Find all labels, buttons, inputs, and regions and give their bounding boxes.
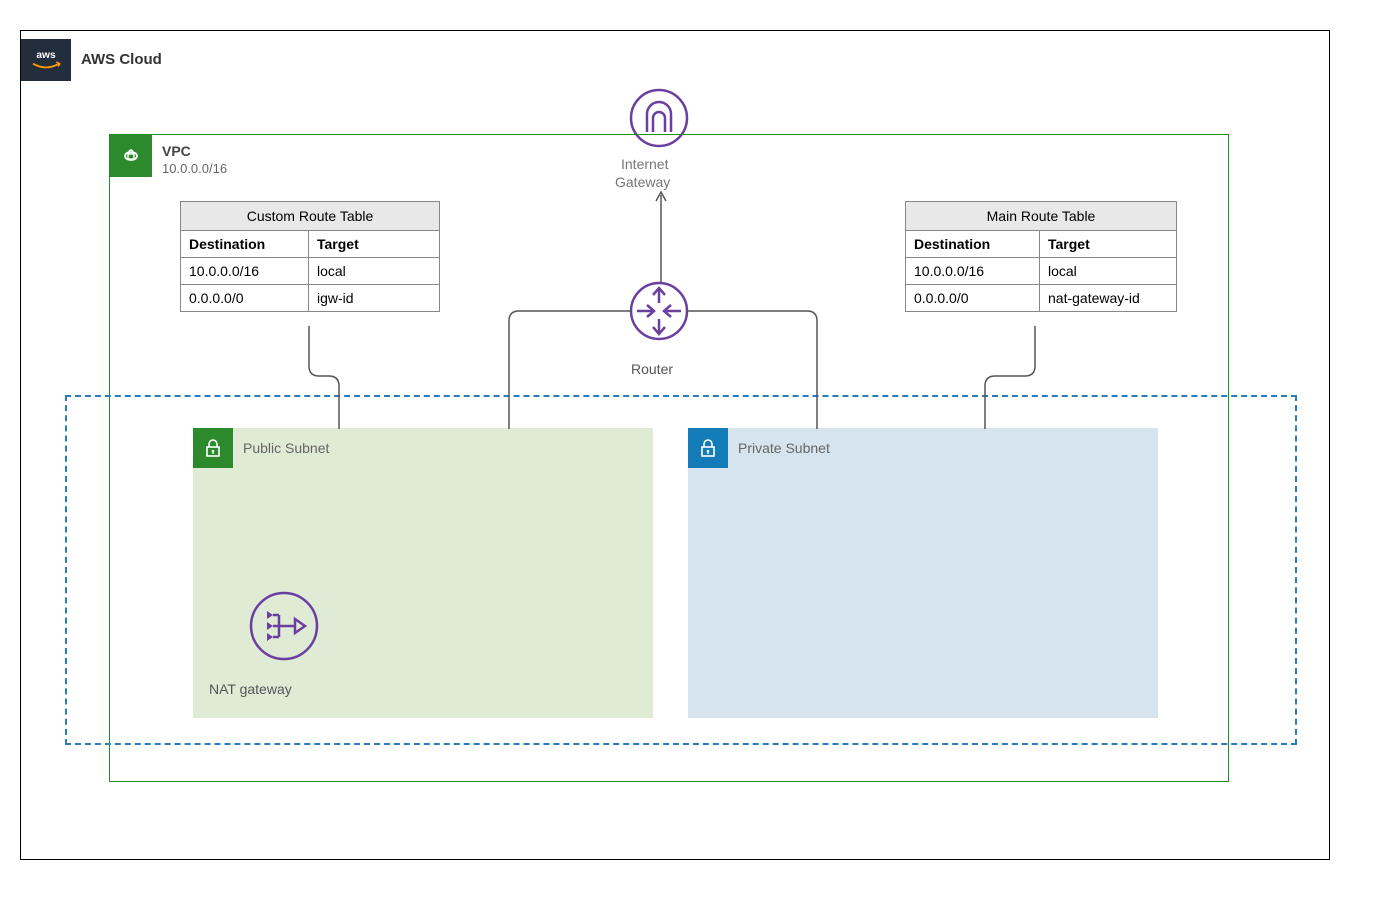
table-row: 10.0.0.0/16 local <box>906 258 1176 285</box>
connector-main-rt-to-private <box>975 326 1045 429</box>
custom-route-table-title: Custom Route Table <box>181 202 439 231</box>
public-subnet-label: Public Subnet <box>243 440 329 456</box>
connector-router-to-public <box>509 311 639 431</box>
table-header-destination: Destination <box>181 231 309 257</box>
aws-logo-icon: aws <box>21 39 71 81</box>
private-subnet: Private Subnet <box>688 428 1158 718</box>
connector-custom-rt-to-public <box>289 326 349 429</box>
private-subnet-label: Private Subnet <box>738 440 830 456</box>
main-route-table: Main Route Table Destination Target 10.0… <box>905 201 1177 312</box>
table-header-target: Target <box>1040 231 1174 257</box>
aws-cloud-label: AWS Cloud <box>81 51 162 68</box>
private-subnet-icon <box>688 428 728 468</box>
table-row: 0.0.0.0/0 igw-id <box>181 285 439 311</box>
main-route-table-title: Main Route Table <box>906 202 1176 231</box>
nat-gateway-label: NAT gateway <box>209 681 292 697</box>
custom-route-table: Custom Route Table Destination Target 10… <box>180 201 440 312</box>
table-row: 10.0.0.0/16 local <box>181 258 439 285</box>
vpc-cidr: 10.0.0.0/16 <box>162 161 227 176</box>
vpc-title: VPC <box>162 143 191 159</box>
table-header-target: Target <box>309 231 437 257</box>
vpc-icon <box>110 135 152 177</box>
connector-router-to-private <box>687 311 827 431</box>
public-subnet: Public Subnet <box>193 428 653 718</box>
public-subnet-icon <box>193 428 233 468</box>
table-row: 0.0.0.0/0 nat-gateway-id <box>906 285 1176 311</box>
table-header-destination: Destination <box>906 231 1040 257</box>
svg-text:aws: aws <box>36 50 56 61</box>
aws-cloud-container: aws AWS Cloud Internet Gateway Router <box>20 30 1330 860</box>
nat-gateway-icon <box>249 591 319 666</box>
